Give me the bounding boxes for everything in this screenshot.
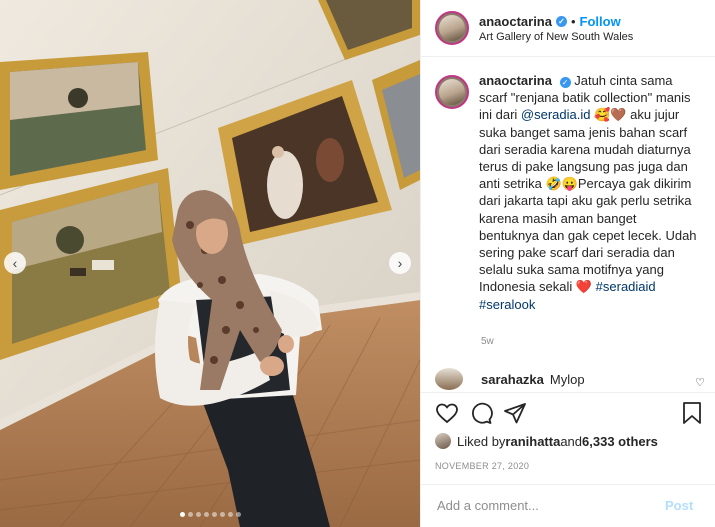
post-sidebar: anaoctarina ✓ • Follow Art Gallery of Ne… <box>420 0 715 527</box>
carousel-dot <box>219 512 225 517</box>
verified-badge-icon: ✓ <box>559 77 571 88</box>
hashtag-link[interactable]: #seradiaid <box>596 279 656 294</box>
location-link[interactable]: Art Gallery of New South Wales <box>479 31 633 43</box>
author-username[interactable]: anaoctarina <box>479 14 552 29</box>
likes-summary: Liked by ranihatta and 6,333 others <box>435 433 658 449</box>
carousel-dot <box>179 512 185 517</box>
action-bar <box>435 401 705 427</box>
post-age: 5w <box>481 336 494 347</box>
previous-slide-button[interactable]: ‹ <box>4 252 26 274</box>
caption-emoji-1: 🥰🤎 <box>594 107 627 123</box>
likes-count-link[interactable]: 6,333 others <box>582 434 658 449</box>
likes-prefix: Liked by <box>457 433 506 449</box>
liker-avatar[interactable] <box>435 433 451 449</box>
author-avatar[interactable] <box>435 11 469 45</box>
carousel-dot <box>195 512 201 517</box>
chevron-left-icon: ‹ <box>12 255 18 271</box>
heart-icon[interactable] <box>435 401 459 425</box>
comment-row: sarahazka Mylop ♡ <box>435 368 705 390</box>
caption-mention-link[interactable]: @seradia.id <box>521 107 591 122</box>
actions-divider <box>421 392 715 393</box>
bookmark-icon[interactable] <box>681 401 703 425</box>
caption-avatar[interactable] <box>435 75 469 109</box>
caption-emoji-2: 🤣😛 <box>545 176 578 192</box>
verified-badge-icon: ✓ <box>555 15 567 27</box>
carousel-dot <box>235 512 241 517</box>
header-divider <box>421 56 715 57</box>
likes-middle: and <box>560 433 583 449</box>
carousel-dot <box>187 512 193 517</box>
instagram-post: ‹ › anaoctarina ✓ • Follow Art Gallery o… <box>0 0 715 527</box>
comment-text: Mylop <box>549 371 585 387</box>
post-comment-button[interactable]: Post <box>665 498 693 513</box>
carousel-indicator <box>0 512 420 517</box>
carousel-dot <box>211 512 217 517</box>
comment-input[interactable] <box>435 497 659 514</box>
commenter-avatar[interactable] <box>435 368 463 390</box>
caption-emoji-3: ❤️ <box>575 279 593 295</box>
caption: anaoctarina ✓ Jatuh cinta sama scarf "re… <box>421 72 715 322</box>
share-icon[interactable] <box>503 401 527 425</box>
separator: • <box>570 13 576 29</box>
gallery-photo <box>0 0 420 527</box>
carousel-dot <box>203 512 209 517</box>
carousel-dot <box>227 512 233 517</box>
liker-username[interactable]: ranihatta <box>505 434 560 449</box>
chevron-right-icon: › <box>397 255 403 271</box>
post-media[interactable]: ‹ › <box>0 0 420 527</box>
post-date: NOVEMBER 27, 2020 <box>435 461 530 471</box>
caption-username[interactable]: anaoctarina <box>479 73 552 88</box>
hashtag-link[interactable]: #seralook <box>479 297 535 312</box>
add-comment-bar: Post <box>421 484 715 527</box>
follow-button[interactable]: Follow <box>580 14 621 29</box>
next-slide-button[interactable]: › <box>389 252 411 274</box>
caption-text: anaoctarina ✓ Jatuh cinta sama scarf "re… <box>479 72 699 322</box>
commenter-username[interactable]: sarahazka <box>481 372 544 387</box>
caption-body-3: Percaya gak dikirim dari jakarta tapi ak… <box>479 176 697 295</box>
comment-like-heart-icon[interactable]: ♡ <box>695 376 705 389</box>
comment-icon[interactable] <box>469 401 493 425</box>
post-header: anaoctarina ✓ • Follow Art Gallery of Ne… <box>421 0 715 57</box>
